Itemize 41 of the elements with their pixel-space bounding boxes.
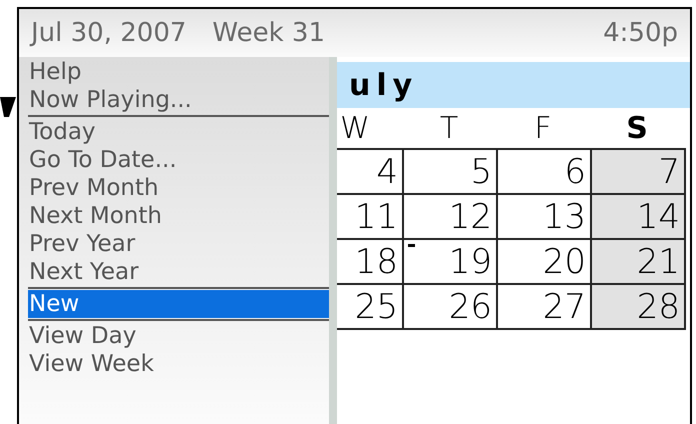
day-number: 28 bbox=[636, 290, 680, 324]
day-number: 26 bbox=[448, 290, 492, 324]
day-cell[interactable]: 20 bbox=[496, 240, 590, 285]
time-text: 4:50p bbox=[603, 20, 678, 46]
week-text: Week 31 bbox=[212, 20, 326, 46]
weekday-label: T bbox=[440, 110, 458, 148]
menu-item[interactable]: View Week bbox=[28, 350, 329, 378]
day-cell[interactable]: 21 bbox=[590, 240, 684, 285]
day-number: 20 bbox=[542, 244, 586, 278]
menu-item[interactable]: Help bbox=[28, 58, 329, 86]
day-number: 4 bbox=[376, 154, 398, 188]
day-number: 11 bbox=[354, 200, 398, 234]
day-number: 14 bbox=[636, 200, 680, 234]
weekday-label: W bbox=[340, 110, 370, 148]
day-cell[interactable]: 12 bbox=[402, 195, 496, 240]
date-text: Jul 30, 2007 bbox=[31, 20, 186, 46]
day-cell[interactable]: 26 bbox=[402, 285, 496, 330]
day-number: 13 bbox=[542, 200, 586, 234]
menu-item[interactable]: Now Playing... bbox=[28, 86, 329, 114]
day-cell[interactable]: 7 bbox=[590, 150, 684, 195]
day-cell[interactable]: 13 bbox=[496, 195, 590, 240]
day-cell[interactable]: 27 bbox=[496, 285, 590, 330]
weekday-label: F bbox=[534, 110, 552, 148]
day-number: 7 bbox=[658, 154, 680, 188]
menu-item[interactable]: New bbox=[28, 290, 329, 318]
day-number: 21 bbox=[636, 244, 680, 278]
day-number: 19 bbox=[448, 244, 492, 278]
day-number: 25 bbox=[354, 290, 398, 324]
day-number: 5 bbox=[470, 154, 492, 188]
day-cell[interactable]: 14 bbox=[590, 195, 684, 240]
day-cell[interactable]: 6 bbox=[496, 150, 590, 195]
day-number: 18 bbox=[354, 244, 398, 278]
month-title: uly bbox=[349, 66, 418, 104]
day-number: 6 bbox=[564, 154, 586, 188]
weekday-label: S bbox=[626, 110, 648, 148]
menu-item[interactable]: Today bbox=[28, 118, 329, 146]
day-cell[interactable]: 19 bbox=[402, 240, 496, 285]
day-number: 27 bbox=[542, 290, 586, 324]
day-cell[interactable]: 28 bbox=[590, 285, 684, 330]
day-number: 12 bbox=[448, 200, 492, 234]
day-cell[interactable]: 5 bbox=[402, 150, 496, 195]
